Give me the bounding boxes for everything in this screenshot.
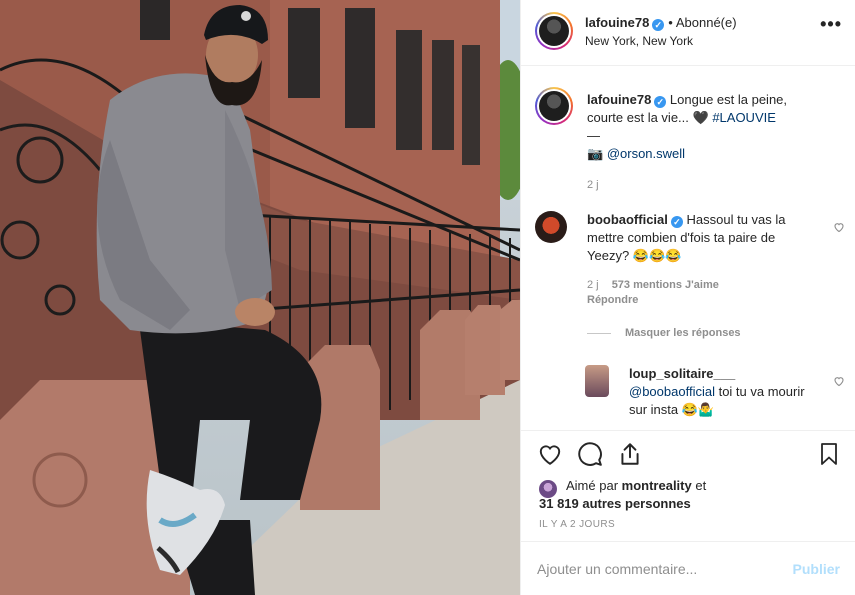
- follow-separator: •: [668, 15, 673, 30]
- reply-text: loup_solitaire___ @boobaofficial toi tu …: [629, 365, 819, 419]
- caption-text: lafouine78 ✓ Longue est la peine, courte …: [587, 91, 837, 163]
- reply-item: loup_solitaire___ @boobaofficial toi tu …: [585, 365, 845, 425]
- author-name-row: lafouine78 ✓ • Abonné(e): [585, 15, 737, 31]
- author-avatar[interactable]: [535, 12, 573, 50]
- comment-meta: 2 j 573 mentions J'aime: [587, 279, 719, 291]
- likes-text: Aimé par montreality et 31 819 autres pe…: [539, 477, 846, 513]
- verified-badge-icon: ✓: [670, 216, 683, 228]
- reply-username[interactable]: loup_solitaire___: [629, 366, 735, 381]
- verified-badge-icon: ✓: [654, 96, 667, 108]
- caption-separator: —: [587, 128, 600, 143]
- publish-button[interactable]: Publier: [793, 561, 840, 577]
- commenter-avatar[interactable]: [535, 211, 567, 243]
- reply-heart-icon[interactable]: [833, 375, 845, 387]
- likes-count[interactable]: 31 819 autres personnes: [539, 496, 691, 511]
- comment-heart-icon[interactable]: [833, 221, 845, 233]
- add-comment-bar: Publier: [521, 541, 855, 595]
- caption-avatar[interactable]: [535, 87, 573, 125]
- comment-icon[interactable]: [577, 441, 603, 467]
- comment-time[interactable]: 2 j: [587, 279, 599, 291]
- caption-username[interactable]: lafouine78: [587, 92, 651, 107]
- more-options-icon[interactable]: •••: [820, 14, 842, 35]
- hide-replies-button[interactable]: Masquer les réponses: [587, 327, 741, 339]
- camera-icon: 📷: [587, 146, 604, 161]
- caption-time[interactable]: 2 j: [587, 179, 599, 191]
- post-side-panel: lafouine78 ✓ • Abonné(e) New York, New York…: [520, 0, 855, 595]
- post-time[interactable]: IL Y A 2 JOURS: [539, 519, 615, 530]
- likes-prefix: Aimé par: [566, 478, 619, 493]
- heart-icon[interactable]: [537, 441, 563, 467]
- post-photo[interactable]: [0, 0, 520, 595]
- caption: lafouine78 ✓ Longue est la peine, courte …: [535, 87, 845, 191]
- share-icon[interactable]: [617, 441, 643, 467]
- caption-line-1: Longue est la peine,: [669, 92, 788, 107]
- comments-list[interactable]: lafouine78 ✓ Longue est la peine, courte …: [521, 67, 855, 429]
- post-actions: Aimé par montreality et 31 819 autres pe…: [521, 430, 855, 540]
- comment-likes[interactable]: 573 mentions J'aime: [612, 279, 719, 291]
- verified-badge-icon: ✓: [652, 19, 665, 31]
- author-username[interactable]: lafouine78: [585, 15, 649, 30]
- post-header: lafouine78 ✓ • Abonné(e) New York, New York…: [521, 0, 855, 66]
- comment-item: boobaofficial ✓ Hassoul tu vas la mettre …: [535, 211, 845, 311]
- post-image-illustration: [0, 0, 520, 595]
- bookmark-icon[interactable]: [817, 441, 841, 467]
- divider-line: [587, 332, 611, 334]
- likes-connector: et: [695, 478, 707, 493]
- post-location[interactable]: New York, New York: [585, 34, 693, 48]
- liker-username[interactable]: montreality: [622, 478, 692, 493]
- reply-mention-link[interactable]: @boobaofficial: [629, 384, 715, 399]
- comment-text: boobaofficial ✓ Hassoul tu vas la mettre …: [587, 211, 817, 265]
- reply-avatar[interactable]: [585, 365, 609, 397]
- photo-credit-link[interactable]: @orson.swell: [607, 146, 685, 161]
- comment-input[interactable]: [537, 558, 777, 580]
- hashtag-link[interactable]: #LAOUVIE: [712, 110, 776, 125]
- reply-button[interactable]: Répondre: [587, 294, 638, 306]
- follow-status-button[interactable]: Abonné(e): [676, 15, 737, 30]
- comment-username[interactable]: boobaofficial: [587, 212, 668, 227]
- caption-line-2: courte est la vie... 🖤: [587, 110, 709, 125]
